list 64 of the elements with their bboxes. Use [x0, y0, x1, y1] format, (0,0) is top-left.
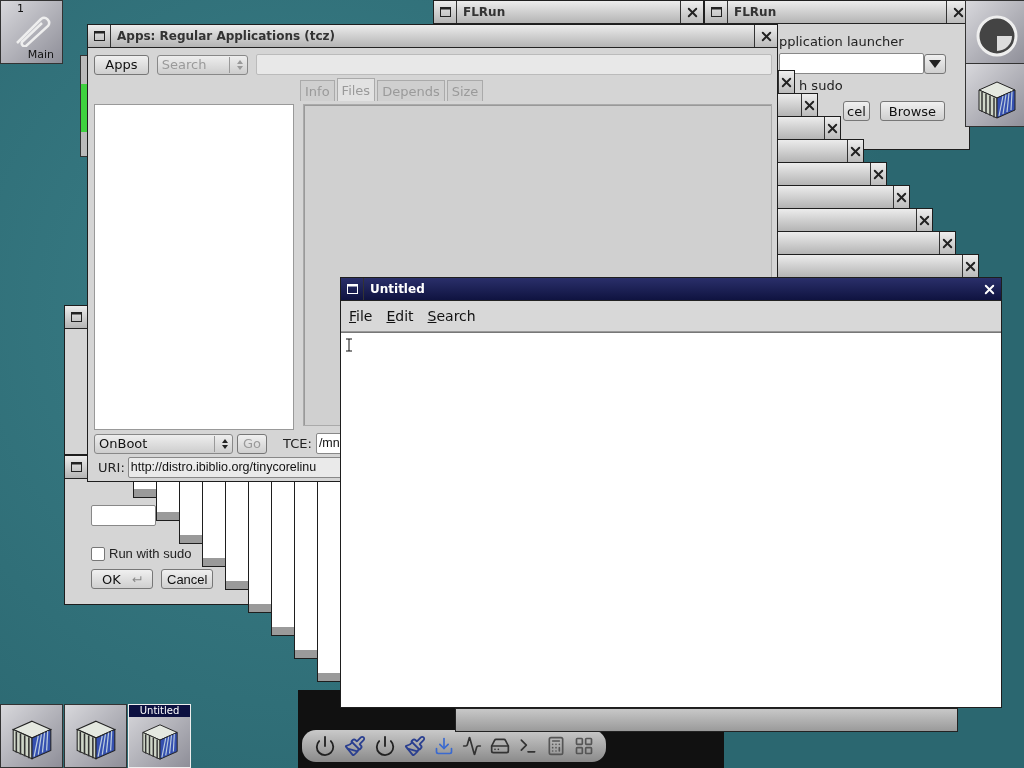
power-icon[interactable]	[314, 735, 336, 757]
close-button[interactable]	[962, 255, 978, 277]
launcher-tile[interactable]	[965, 63, 1024, 127]
dialog-button[interactable]: OK	[91, 569, 153, 589]
window-menu-icon	[70, 462, 82, 472]
close-button[interactable]	[916, 209, 932, 231]
dropdown-button[interactable]	[924, 53, 946, 74]
paintbrush-icon[interactable]	[344, 735, 366, 757]
paintbrush-icon[interactable]	[404, 735, 426, 757]
checkbox[interactable]	[91, 546, 105, 561]
enter-key-icon	[130, 574, 142, 584]
close-button[interactable]	[680, 1, 703, 23]
load-mode-select[interactable]: OnBoot	[94, 433, 233, 454]
checkbox-label: Run with sudo	[109, 546, 192, 561]
window-menu-icon	[710, 7, 722, 17]
menu-item[interactable]: Edit	[386, 308, 414, 324]
window-menu-icon	[346, 284, 358, 294]
taskbar-item[interactable]	[64, 704, 127, 768]
desk-number: 1	[17, 2, 24, 15]
window-menu-icon	[93, 31, 105, 41]
menu-item[interactable]: Search	[427, 308, 476, 324]
menu-item[interactable]: File	[349, 308, 373, 324]
window-title: FLRun	[733, 4, 778, 21]
launcher-tile[interactable]	[965, 0, 1024, 64]
calculator-icon[interactable]	[546, 736, 566, 756]
window-menu-icon	[70, 312, 82, 322]
window-menu-icon	[439, 7, 451, 17]
command-field[interactable]	[779, 53, 924, 74]
tce-label: TCE:	[283, 436, 312, 451]
window-title: Apps: Regular Applications (tcz)	[116, 28, 337, 45]
close-button[interactable]	[754, 25, 777, 47]
search-field[interactable]	[256, 54, 772, 75]
drive-icon[interactable]	[490, 736, 510, 756]
uri-label: URI:	[98, 460, 125, 475]
apps-menu-button[interactable]: Apps	[94, 54, 149, 75]
taskbar-item[interactable]: Untitled	[128, 704, 191, 768]
dropdown-arrow-icon	[929, 59, 941, 68]
window-title: Untitled	[369, 281, 426, 298]
close-button[interactable]	[939, 232, 955, 254]
dialog-button[interactable]: Browse	[879, 101, 946, 121]
dialog-button[interactable]: cel	[843, 101, 870, 121]
window-title: FLRun	[462, 4, 507, 21]
taskbar-label: Untitled	[129, 705, 190, 717]
close-button[interactable]	[893, 186, 909, 208]
close-button[interactable]	[847, 140, 863, 162]
checkbox-label: h sudo	[799, 78, 844, 93]
text-cursor-icon	[345, 338, 353, 352]
download-icon[interactable]	[434, 736, 454, 756]
power-icon[interactable]	[374, 735, 396, 757]
pager-tile[interactable]: 1 Main	[0, 0, 63, 64]
dialog-heading: pplication launcher	[779, 34, 905, 49]
taskbar-item[interactable]	[0, 704, 63, 768]
close-button[interactable]	[801, 94, 817, 116]
activity-icon[interactable]	[462, 736, 482, 756]
desk-label: Main	[27, 48, 54, 61]
command-field[interactable]	[91, 505, 156, 526]
grid-icon[interactable]	[574, 736, 594, 756]
tce-field[interactable]: /mn	[315, 433, 342, 454]
close-button[interactable]	[824, 117, 840, 139]
uri-field[interactable]: http://distro.ibiblio.org/tinycorelinu	[127, 457, 342, 478]
close-button[interactable]	[778, 71, 794, 93]
dialog-button[interactable]: Cancel	[161, 569, 214, 589]
terminal-icon[interactable]	[518, 736, 538, 756]
close-button[interactable]	[870, 163, 886, 185]
